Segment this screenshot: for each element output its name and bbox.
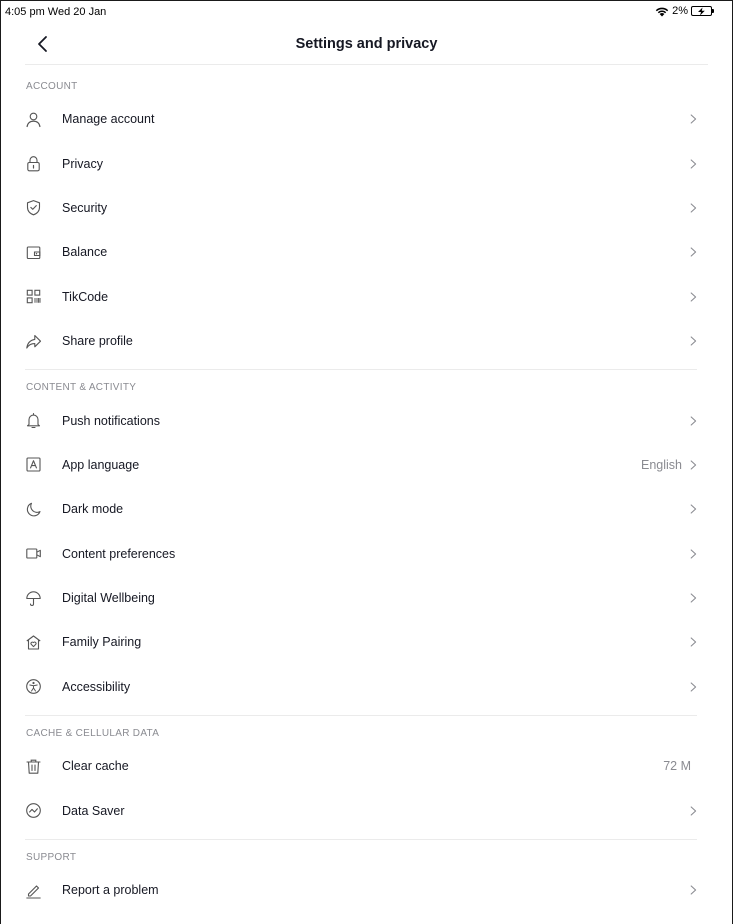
lock-icon xyxy=(25,155,42,172)
settings-list: ACCOUNT Manage account Privacy Security Bala… xyxy=(25,73,697,912)
chevron-right-icon xyxy=(690,203,697,213)
settings-item-label: Security xyxy=(62,200,108,215)
settings-item-tikcode[interactable]: TikCode xyxy=(25,275,697,319)
settings-item-content-preferences[interactable]: Content preferences xyxy=(25,532,697,576)
chevron-right-icon xyxy=(688,291,697,303)
share-icon xyxy=(25,333,42,350)
settings-item-label: Data Saver xyxy=(62,803,125,818)
settings-item-label: Content preferences xyxy=(62,546,176,561)
chevron-right-icon xyxy=(688,805,697,817)
chevron-right-icon xyxy=(690,504,697,514)
settings-item-data-saver[interactable]: Data Saver xyxy=(25,788,697,832)
trash-icon xyxy=(25,758,42,775)
settings-item-label: Balance xyxy=(62,245,108,260)
settings-item-label: Digital Wellbeing xyxy=(62,591,155,606)
chevron-right-icon xyxy=(690,593,697,603)
settings-item-label: Privacy xyxy=(62,156,103,171)
settings-item-label: Dark mode xyxy=(62,502,124,517)
app-frame: 4:05 pm Wed 20 Jan 2% Settings and priva… xyxy=(0,0,733,924)
video-icon xyxy=(25,545,42,562)
settings-item-share-profile[interactable]: Share profile xyxy=(25,319,697,363)
settings-item-label: Accessibility xyxy=(62,679,131,694)
settings-item-clear-cache[interactable]: Clear cache 72 M xyxy=(25,744,697,788)
chevron-right-icon xyxy=(690,247,697,257)
chevron-right-icon xyxy=(688,113,697,125)
settings-item-push-notifications[interactable]: Push notifications xyxy=(25,398,697,442)
chevron-right-icon xyxy=(690,159,697,169)
chevron-right-icon xyxy=(690,292,697,302)
qr-code-icon xyxy=(25,288,42,305)
status-time: 4:05 pm Wed 20 Jan xyxy=(5,6,107,18)
data-saver-icon xyxy=(25,802,42,819)
chevron-right-icon xyxy=(690,806,697,816)
chevron-right-icon xyxy=(690,549,697,559)
settings-item-accessibility[interactable]: Accessibility xyxy=(25,665,697,709)
wifi-icon xyxy=(655,7,669,16)
settings-item-family-pairing[interactable]: Family Pairing xyxy=(25,620,697,664)
settings-item-dark-mode[interactable]: Dark mode xyxy=(25,487,697,531)
section-title-account: ACCOUNT xyxy=(26,81,78,92)
settings-item-manage-account[interactable]: Manage account xyxy=(25,97,697,141)
settings-item-label: Family Pairing xyxy=(62,635,142,650)
section-title-support: SUPPORT xyxy=(26,851,77,863)
settings-item-label: Share profile xyxy=(62,334,133,349)
chevron-right-icon xyxy=(688,884,697,896)
pencil-icon xyxy=(25,882,42,899)
chevron-right-icon xyxy=(688,636,697,648)
settings-item-value: English xyxy=(641,457,682,472)
chevron-right-icon xyxy=(690,885,697,895)
chevron-right-icon xyxy=(688,459,697,471)
wallet-icon xyxy=(25,244,42,261)
chevron-right-icon xyxy=(690,415,697,426)
settings-item-digital-wellbeing[interactable]: Digital Wellbeing xyxy=(25,576,697,620)
chevron-right-icon xyxy=(688,335,697,347)
section-title-cache-and-cellular-data: CACHE & CELLULAR DATA xyxy=(26,728,160,740)
nav-header: Settings and privacy xyxy=(25,26,708,65)
chevron-right-icon xyxy=(688,681,697,693)
settings-item-report-a-problem[interactable]: Report a problem xyxy=(25,868,697,912)
house-heart-icon xyxy=(25,634,42,651)
page-title: Settings and privacy xyxy=(295,36,438,52)
settings-item-label: App language xyxy=(62,457,140,472)
bell-icon xyxy=(25,412,42,429)
settings-item-label: Manage account xyxy=(62,112,155,127)
settings-item-balance[interactable]: Balance xyxy=(25,230,697,274)
chevron-right-icon xyxy=(688,592,697,604)
chevron-right-icon xyxy=(688,158,697,170)
battery-percent: 2% xyxy=(672,5,688,17)
settings-item-app-language[interactable]: App language English xyxy=(25,443,697,487)
accessibility-icon xyxy=(25,678,42,695)
language-icon xyxy=(25,456,42,473)
chevron-right-icon xyxy=(688,548,697,560)
chevron-right-icon xyxy=(688,503,697,515)
shield-icon xyxy=(25,199,42,216)
chevron-right-icon xyxy=(690,460,697,470)
chevron-right-icon xyxy=(688,246,697,258)
chevron-right-icon xyxy=(690,114,697,124)
chevron-right-icon xyxy=(690,637,697,648)
settings-item-label: Report a problem xyxy=(62,883,159,898)
status-bar: 4:05 pm Wed 20 Jan 2% xyxy=(1,1,732,23)
settings-item-value: 72 M xyxy=(663,759,691,774)
chevron-right-icon xyxy=(688,415,697,427)
person-icon xyxy=(25,111,42,128)
section-divider xyxy=(25,838,697,840)
section-divider xyxy=(25,369,697,371)
settings-item-security[interactable]: Security xyxy=(25,186,697,230)
settings-item-label: TikCode xyxy=(62,289,109,304)
section-title-content-and-activity: CONTENT & ACTIVITY xyxy=(26,382,137,394)
status-indicators: 2% xyxy=(655,5,714,17)
settings-item-privacy[interactable]: Privacy xyxy=(25,141,697,185)
chevron-right-icon xyxy=(688,202,697,214)
umbrella-icon xyxy=(25,590,42,607)
chevron-right-icon xyxy=(690,336,697,346)
settings-item-label: Clear cache xyxy=(62,759,129,774)
section-divider xyxy=(25,715,697,717)
battery-icon xyxy=(691,6,714,16)
charging-bolt-icon xyxy=(698,7,705,16)
moon-icon xyxy=(25,501,42,518)
chevron-right-icon xyxy=(690,682,697,692)
settings-item-label: Push notifications xyxy=(62,413,160,428)
